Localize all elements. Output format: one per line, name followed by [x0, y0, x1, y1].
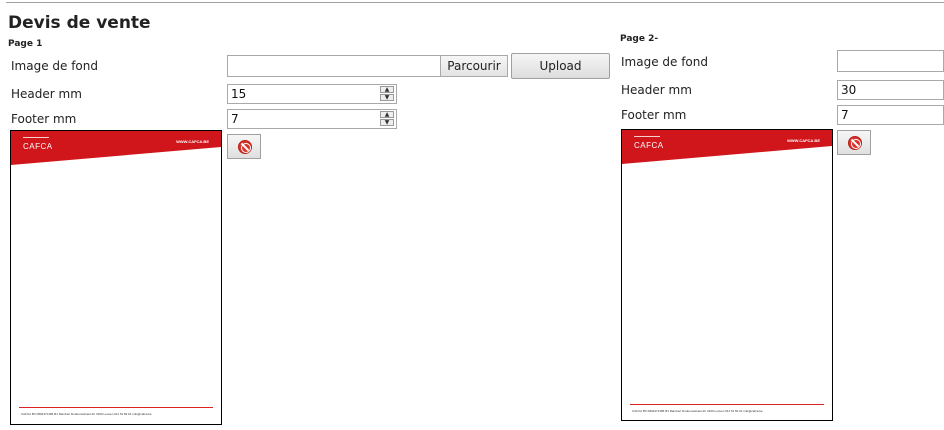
preview-footer-text: CAFCA BV 0804471486 B1 Rambert Dodoensst… [21, 412, 152, 416]
page-1-footer-spinner[interactable]: ▲ ▼ [380, 111, 395, 127]
page-2-header-value: 30 [841, 83, 857, 97]
page-2-image-path-input[interactable] [837, 50, 944, 72]
page-2-footer-input[interactable]: 7 [837, 105, 944, 125]
preview-website: WWW.CAFCA.BE [787, 138, 820, 143]
delete-icon [848, 136, 862, 150]
page-2-image-label: Image de fond [621, 55, 708, 69]
page-1-image-label: Image de fond [11, 59, 98, 73]
page-1-header-spinner[interactable]: ▲ ▼ [380, 86, 395, 102]
page-1-image-path-input[interactable] [227, 55, 441, 77]
page-1-delete-button[interactable] [227, 134, 261, 159]
preview-footer-text: CAFCA BV 0804471486 B1 Rambert Dodoensst… [632, 409, 763, 413]
page-2-delete-button[interactable] [837, 130, 871, 155]
page-1-upload-button[interactable]: Upload [511, 53, 610, 79]
spin-down-icon[interactable]: ▼ [380, 119, 394, 126]
page-2-header-input[interactable]: 30 [837, 80, 944, 100]
page-1-footer-value: 7 [231, 112, 239, 126]
page-1-header-input[interactable]: 15 ▲ ▼ [227, 84, 397, 104]
preview-brand-line [634, 136, 660, 137]
preview-website: WWW.CAFCA.BE [176, 139, 209, 144]
preview-brand-logo: CAFCA [23, 142, 53, 151]
top-divider [6, 2, 944, 3]
page-2-header-label: Header mm [621, 83, 692, 97]
delete-icon [238, 140, 252, 154]
page-2-footer-value: 7 [841, 108, 849, 122]
page-2-background-preview: CAFCA WWW.CAFCA.BE CAFCA BV 0804471486 B… [621, 129, 833, 421]
preview-brand-logo: CAFCA [634, 141, 664, 150]
page-1-header-value: 15 [231, 87, 247, 101]
page-2-footer-label: Footer mm [621, 108, 687, 122]
page-1-footer-input[interactable]: 7 ▲ ▼ [227, 109, 397, 129]
preview-footer-line [630, 404, 824, 405]
preview-footer-line [19, 407, 213, 408]
spin-up-icon[interactable]: ▲ [380, 86, 394, 93]
page-1-browse-button[interactable]: Parcourir [440, 55, 508, 77]
page-2-label: Page 2- [620, 34, 659, 44]
spin-down-icon[interactable]: ▼ [380, 94, 394, 101]
page-1-footer-label: Footer mm [11, 112, 77, 126]
page-1-background-preview: CAFCA WWW.CAFCA.BE CAFCA BV 0804471486 B… [10, 130, 222, 425]
preview-brand-line [23, 137, 49, 138]
page-1-header-label: Header mm [11, 87, 82, 101]
page-title: Devis de vente [8, 13, 151, 33]
page-1-label: Page 1 [8, 39, 43, 49]
spin-up-icon[interactable]: ▲ [380, 111, 394, 118]
